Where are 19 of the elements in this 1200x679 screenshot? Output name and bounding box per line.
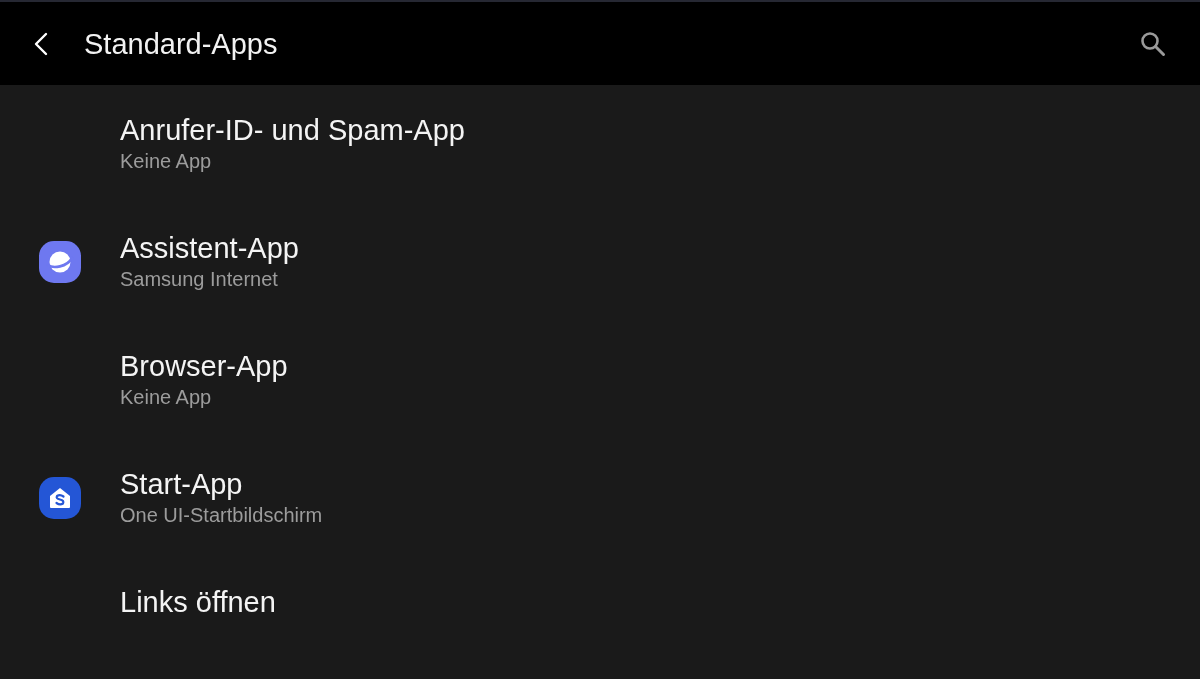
settings-list-item[interactable]: Assistent-App Samsung Internet xyxy=(0,203,1200,321)
settings-list-item[interactable]: Start-App One UI-Startbildschirm xyxy=(0,439,1200,557)
settings-list-item[interactable]: Browser-App Keine App xyxy=(0,321,1200,439)
back-icon[interactable] xyxy=(34,31,48,56)
search-icon[interactable] xyxy=(1140,30,1166,57)
item-title: Assistent-App xyxy=(120,231,299,265)
item-subtitle: Keine App xyxy=(120,149,212,174)
item-subtitle: Keine App xyxy=(120,385,212,410)
item-title: Anrufer-ID- und Spam-App xyxy=(120,113,465,147)
planet-app-icon xyxy=(39,241,81,283)
screen-title: Standard-Apps xyxy=(84,26,278,61)
settings-list-item[interactable]: Links öffnen xyxy=(0,557,1200,675)
item-subtitle: One UI-Startbildschirm xyxy=(120,503,323,528)
house-app-icon xyxy=(39,477,81,519)
item-title: Start-App xyxy=(120,467,243,501)
item-subtitle: Samsung Internet xyxy=(120,267,278,292)
item-title: Browser-App xyxy=(120,349,288,383)
item-title: Links öffnen xyxy=(120,585,276,619)
settings-list-item[interactable]: Anrufer-ID- und Spam-App Keine App xyxy=(0,85,1200,203)
